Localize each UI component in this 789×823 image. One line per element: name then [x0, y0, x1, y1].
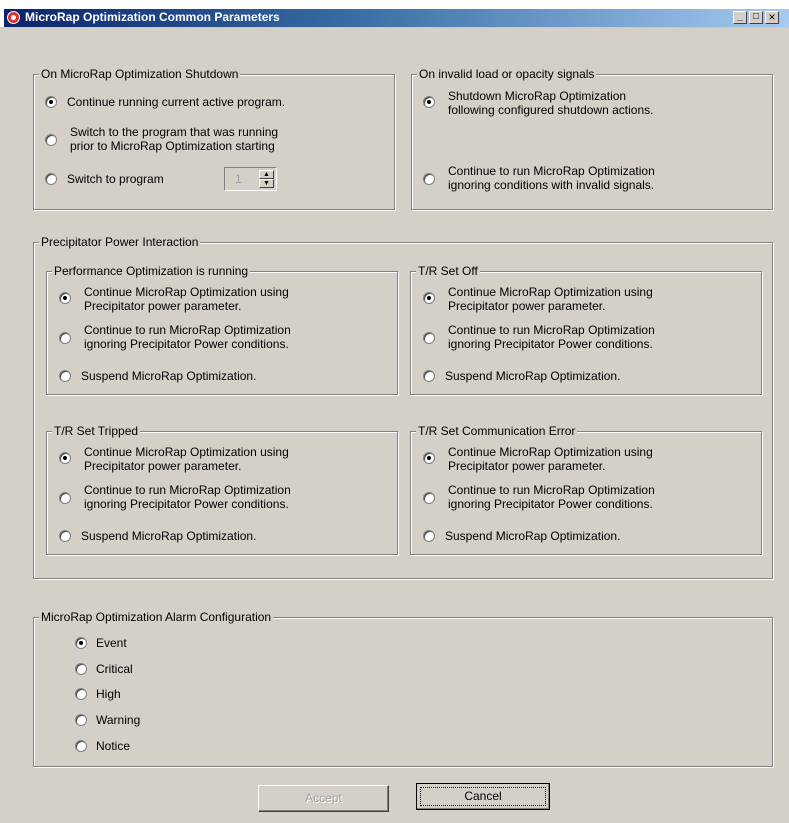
radio-button[interactable] — [423, 96, 435, 108]
invalid-signals-group-legend: On invalid load or opacity signals — [417, 67, 597, 81]
radio-label: ignoring Precipitator Power conditions. — [448, 337, 653, 351]
performance-optimization-legend: Performance Optimization is running — [52, 264, 251, 278]
radio-label: prior to MicroRap Optimization starting — [70, 139, 275, 153]
radio-button[interactable] — [45, 134, 57, 146]
tr-set-tripped-legend: T/R Set Tripped — [52, 424, 141, 438]
accept-button[interactable]: Accept — [258, 785, 389, 812]
radio-label: Continue to run MicroRap Optimization — [448, 323, 655, 337]
program-number-spinner[interactable]: 1 ▲ ▼ — [224, 167, 277, 191]
radio-button[interactable] — [423, 452, 435, 464]
radio-button[interactable] — [423, 173, 435, 185]
spin-up-icon[interactable]: ▲ — [259, 170, 274, 179]
radio-button[interactable] — [45, 96, 57, 108]
radio-button[interactable] — [75, 740, 87, 752]
radio-button[interactable] — [59, 452, 71, 464]
radio-label: Continue MicroRap Optimization using — [84, 285, 289, 299]
radio-button[interactable] — [423, 530, 435, 542]
radio-button[interactable] — [59, 530, 71, 542]
program-number-value: 1 — [235, 172, 242, 186]
radio-label: Continue to run MicroRap Optimization — [84, 483, 291, 497]
precipitator-power-group-legend: Precipitator Power Interaction — [39, 235, 201, 249]
radio-label: ignoring Precipitator Power conditions. — [448, 497, 653, 511]
radio-button[interactable] — [75, 663, 87, 675]
radio-button[interactable] — [59, 370, 71, 382]
radio-label: Suspend MicroRap Optimization. — [445, 529, 621, 543]
radio-button[interactable] — [45, 173, 57, 185]
radio-label: Continue to run MicroRap Optimization — [448, 164, 655, 178]
radio-label: Notice — [96, 739, 131, 753]
radio-label: ignoring Precipitator Power conditions. — [84, 497, 289, 511]
radio-label: following configured shutdown actions. — [448, 103, 654, 117]
precipitator-power-group: Precipitator Power Interaction Performan… — [33, 235, 773, 579]
radio-label: Continue to run MicroRap Optimization — [84, 323, 291, 337]
radio-label: Critical — [96, 662, 133, 676]
tr-set-tripped-group: T/R Set Tripped Continue MicroRap Optimi… — [46, 424, 398, 555]
radio-label: Switch to the program that was running — [70, 125, 279, 139]
tr-set-off-group: T/R Set Off Continue MicroRap Optimizati… — [410, 264, 762, 395]
alarm-configuration-legend: MicroRap Optimization Alarm Configuratio… — [39, 610, 274, 624]
radio-label: Precipitator power parameter. — [448, 459, 606, 473]
radio-button[interactable] — [75, 637, 87, 649]
radio-label: ignoring Precipitator Power conditions. — [84, 337, 289, 351]
invalid-signals-group: On invalid load or opacity signals Shutd… — [411, 67, 773, 210]
title-bar-strip[interactable]: MicroRap Optimization Common Parameters … — [4, 9, 789, 27]
radio-button[interactable] — [423, 492, 435, 504]
radio-label: ignoring conditions with invalid signals… — [448, 178, 655, 192]
radio-label: Precipitator power parameter. — [84, 459, 242, 473]
radio-label: Event — [96, 636, 127, 650]
focus-rectangle — [420, 787, 546, 806]
tr-set-off-legend: T/R Set Off — [416, 264, 480, 278]
cancel-button[interactable]: Cancel — [416, 783, 550, 810]
radio-label: Precipitator power parameter. — [84, 299, 242, 313]
spin-down-icon[interactable]: ▼ — [259, 179, 274, 188]
radio-button[interactable] — [75, 714, 87, 726]
shutdown-group: On MicroRap Optimization Shutdown Contin… — [33, 67, 395, 210]
radio-label: Shutdown MicroRap Optimization — [448, 89, 627, 103]
close-button[interactable]: × — [765, 11, 779, 24]
radio-label: Suspend MicroRap Optimization. — [81, 529, 257, 543]
radio-label: Continue MicroRap Optimization using — [448, 445, 653, 459]
window-title: MicroRap Optimization Common Parameters — [25, 10, 280, 24]
radio-label: Continue MicroRap Optimization using — [84, 445, 289, 459]
radio-button[interactable] — [423, 332, 435, 344]
shutdown-group-legend: On MicroRap Optimization Shutdown — [39, 67, 241, 81]
radio-label: Continue MicroRap Optimization using — [448, 285, 653, 299]
radio-label: Suspend MicroRap Optimization. — [81, 369, 257, 383]
radio-button[interactable] — [59, 332, 71, 344]
radio-button[interactable] — [423, 292, 435, 304]
radio-label: High — [96, 687, 121, 701]
radio-button[interactable] — [59, 292, 71, 304]
tr-set-communication-error-legend: T/R Set Communication Error — [416, 424, 578, 438]
radio-label: Precipitator power parameter. — [448, 299, 606, 313]
radio-button[interactable] — [423, 370, 435, 382]
minimize-button[interactable]: _ — [733, 11, 747, 24]
radio-label: Suspend MicroRap Optimization. — [445, 369, 621, 383]
performance-optimization-group: Performance Optimization is running Cont… — [46, 264, 398, 395]
tr-set-communication-error-group: T/R Set Communication Error Continue Mic… — [410, 424, 762, 555]
radio-button[interactable] — [75, 688, 87, 700]
app-icon[interactable] — [7, 11, 20, 24]
title-bar: MicroRap Optimization Common Parameters … — [0, 0, 789, 28]
radio-label: Warning — [96, 713, 141, 727]
alarm-configuration-group: MicroRap Optimization Alarm Configuratio… — [33, 610, 773, 767]
radio-button[interactable] — [59, 492, 71, 504]
radio-label: Continue running current active program. — [67, 95, 286, 109]
maximize-button[interactable]: □ — [749, 11, 763, 24]
radio-label: Switch to program — [67, 172, 164, 186]
radio-label: Continue to run MicroRap Optimization — [448, 483, 655, 497]
